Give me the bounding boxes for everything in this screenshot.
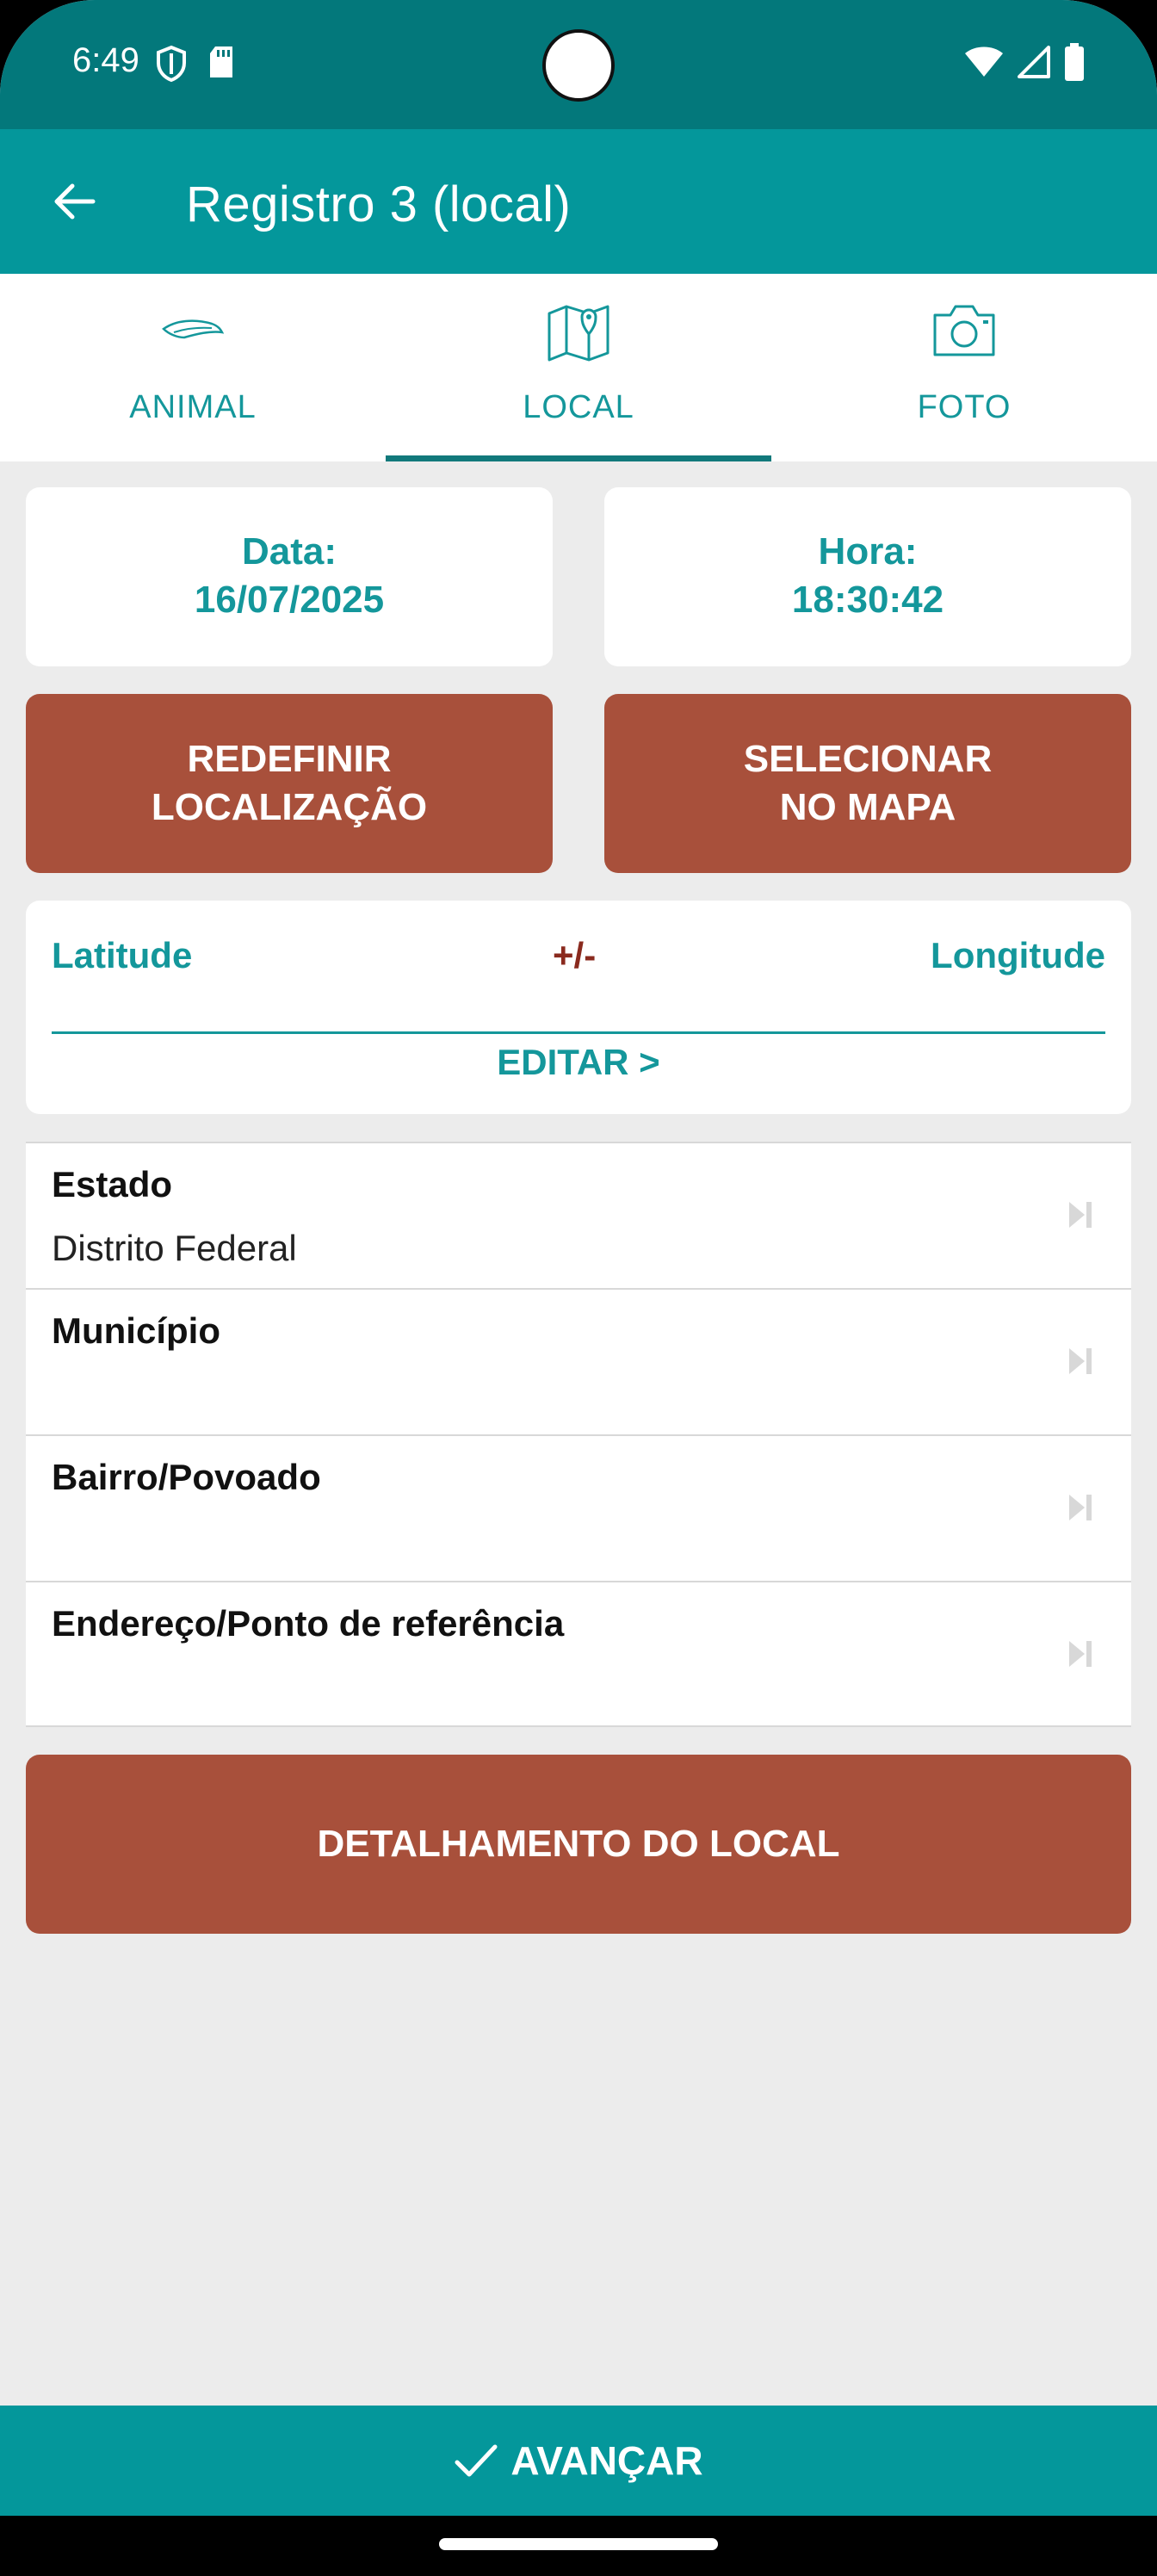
time-card: Hora: 18:30:42	[604, 487, 1131, 666]
camera-icon	[933, 305, 995, 356]
time-value: 18:30:42	[791, 579, 944, 621]
check-icon	[455, 2444, 498, 2477]
skip-next-icon	[1069, 1495, 1092, 1520]
time-label: Hora:	[818, 530, 918, 573]
skip-next-icon	[1069, 1348, 1092, 1374]
wifi-icon	[965, 46, 1003, 77]
field-endereco[interactable]: Endereço/Ponto de referência	[26, 1581, 1131, 1727]
field-estado[interactable]: Estado Distrito Federal	[26, 1142, 1131, 1288]
advance-button[interactable]: AVANÇAR	[0, 2406, 1157, 2516]
button-label-line: LOCALIZAÇÃO	[151, 786, 428, 828]
accuracy-label: +/-	[553, 935, 597, 975]
map-pin-icon	[548, 305, 609, 362]
tab-label: ANIMAL	[129, 389, 257, 425]
skip-next-icon	[1069, 1641, 1092, 1667]
reset-location-button[interactable]: REDEFINIR LOCALIZAÇÃO	[26, 694, 553, 873]
date-label: Data:	[241, 530, 337, 573]
page-title: Registro 3 (local)	[186, 176, 572, 232]
edit-coordinates-link[interactable]: EDITAR >	[26, 1042, 1131, 1083]
tab-label: FOTO	[917, 389, 1012, 425]
divider	[52, 1031, 1105, 1034]
date-card: Data: 16/07/2025	[26, 487, 553, 666]
field-label: Estado	[52, 1164, 173, 1204]
tab-animal[interactable]: ANIMAL	[0, 274, 386, 461]
latitude-label: Latitude	[52, 935, 193, 975]
battery-icon	[1065, 43, 1084, 81]
field-label: Município	[52, 1310, 220, 1351]
field-value: Distrito Federal	[52, 1228, 297, 1268]
shield-icon	[157, 45, 186, 83]
field-label: Endereço/Ponto de referência	[52, 1603, 565, 1644]
signal-icon	[1018, 46, 1050, 78]
system-nav-bar	[0, 2516, 1157, 2576]
feather-icon	[162, 319, 225, 339]
tab-label: LOCAL	[523, 389, 634, 425]
field-municipio[interactable]: Município	[26, 1288, 1131, 1434]
location-details-button[interactable]: DETALHAMENTO DO LOCAL	[26, 1755, 1131, 1934]
back-arrow-icon[interactable]	[50, 177, 98, 226]
field-label: Bairro/Povoado	[52, 1457, 321, 1497]
advance-label: AVANÇAR	[510, 2438, 703, 2483]
button-label-line: REDEFINIR	[187, 738, 392, 780]
sd-card-icon	[210, 46, 232, 77]
tab-bar: ANIMAL LOCAL FOTO	[0, 274, 1157, 461]
skip-next-icon	[1069, 1202, 1092, 1228]
address-field-list: Estado Distrito Federal Município Bairro…	[26, 1142, 1131, 1727]
camera-cutout	[542, 29, 615, 102]
app-bar: Registro 3 (local)	[0, 129, 1157, 274]
select-on-map-button[interactable]: SELECIONAR NO MAPA	[604, 694, 1131, 873]
tab-selected-indicator	[386, 455, 771, 461]
button-label-line: SELECIONAR	[743, 738, 993, 780]
coordinates-card: Latitude +/- Longitude EDITAR >	[26, 901, 1131, 1114]
field-bairro[interactable]: Bairro/Povoado	[26, 1434, 1131, 1581]
longitude-label: Longitude	[931, 935, 1105, 975]
date-value: 16/07/2025	[194, 579, 385, 621]
tab-local[interactable]: LOCAL	[386, 274, 771, 461]
home-gesture-handle[interactable]	[439, 2538, 718, 2550]
status-bar: 6:49	[0, 0, 1157, 129]
tab-foto[interactable]: FOTO	[771, 274, 1157, 461]
button-label-line: NO MAPA	[779, 786, 956, 828]
app-screen: 6:49 Registro 3 (local) ANIMAL LOCAL FOT…	[0, 0, 1157, 2576]
status-time: 6:49	[72, 41, 139, 79]
